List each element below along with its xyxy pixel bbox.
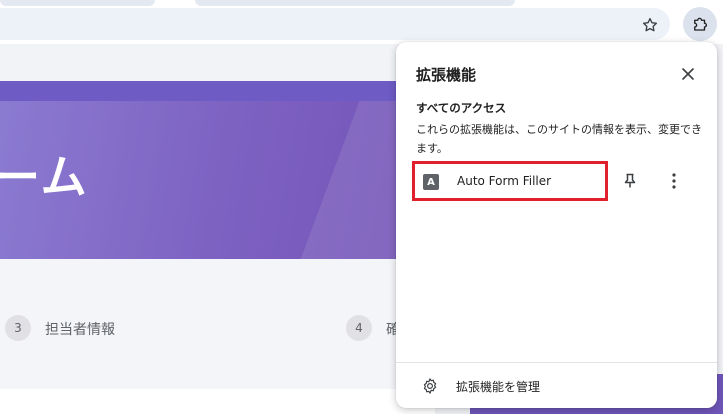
tab-strip-edge [195, 0, 515, 6]
manage-extensions-label: 拡張機能を管理 [456, 380, 541, 394]
more-vert-icon [672, 173, 676, 189]
bookmark-button[interactable] [636, 11, 664, 39]
star-icon [642, 17, 658, 32]
section-title: すべてのアクセス [416, 101, 507, 115]
tab-strip-edge [0, 0, 155, 6]
address-bar[interactable] [0, 8, 670, 40]
extension-name: Auto Form Filler [457, 174, 552, 188]
browser-toolbar [0, 0, 723, 44]
popup-title: 拡張機能 [416, 66, 477, 84]
extension-icon: A [423, 174, 439, 190]
extension-item[interactable]: A Auto Form Filler [412, 161, 608, 201]
step-number: 4 [346, 315, 372, 341]
section-description: これらの拡張機能は、このサイトの情報を表示、変更できます。 [416, 123, 702, 155]
extensions-popup: 拡張機能 すべてのアクセス これらの拡張機能は、このサイトの情報を表示、変更でき… [396, 42, 717, 408]
form-card [0, 389, 435, 414]
puzzle-icon [694, 17, 708, 31]
pin-icon [624, 173, 636, 188]
pin-button[interactable] [618, 169, 642, 193]
step-number: 3 [5, 315, 31, 341]
more-options-button[interactable] [662, 169, 686, 193]
gear-icon [420, 376, 440, 396]
banner-title: ーム [0, 150, 89, 204]
step-indicator: 3 担当者情報 4 確 [0, 259, 435, 389]
close-icon [682, 68, 694, 80]
close-button[interactable] [676, 62, 700, 86]
manage-extensions-button[interactable]: 拡張機能を管理 [396, 363, 717, 408]
extensions-button[interactable] [683, 7, 717, 41]
step-label: 担当者情報 [45, 322, 115, 338]
